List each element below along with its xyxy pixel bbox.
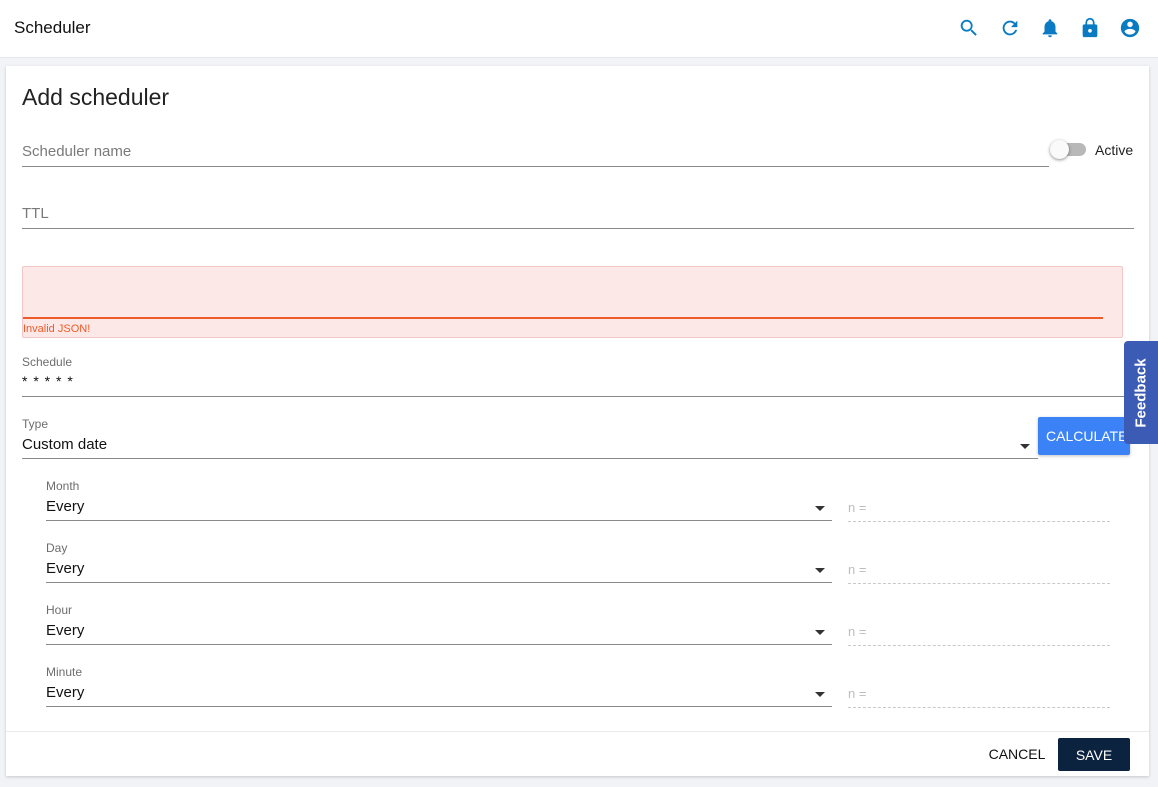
feedback-tab[interactable]: Feedback: [1124, 341, 1158, 444]
cancel-button[interactable]: CANCEL: [981, 738, 1053, 770]
search-icon[interactable]: [958, 17, 980, 39]
minute-n-input[interactable]: n =: [848, 682, 1110, 708]
minute-label: Minute: [46, 665, 83, 679]
ttl-field[interactable]: [22, 205, 1134, 229]
card-footer: CANCEL SAVE: [6, 731, 1149, 776]
day-value: Every: [46, 560, 85, 577]
refresh-icon[interactable]: [999, 17, 1021, 39]
ttl-input[interactable]: [22, 205, 1134, 222]
minute-n-placeholder: n =: [848, 686, 867, 701]
json-error-text: Invalid JSON!: [23, 323, 91, 335]
chevron-down-icon: [815, 568, 825, 573]
save-button[interactable]: SAVE: [1058, 738, 1130, 771]
toggle-thumb: [1050, 140, 1069, 159]
add-scheduler-card: Add scheduler Active Invalid JSON! Sched…: [6, 66, 1149, 776]
month-select[interactable]: Every: [46, 496, 832, 521]
chevron-down-icon: [815, 630, 825, 635]
day-n-placeholder: n =: [848, 562, 867, 577]
type-label: Type: [22, 417, 49, 431]
day-label: Day: [46, 541, 68, 555]
top-app-bar: Scheduler: [0, 0, 1158, 58]
month-label: Month: [46, 479, 80, 493]
hour-n-input[interactable]: n =: [848, 620, 1110, 646]
schedule-label: Schedule: [22, 355, 73, 369]
card-title: Add scheduler: [22, 84, 170, 110]
error-underline: [23, 317, 1103, 319]
type-value: Custom date: [22, 436, 108, 453]
day-n-input[interactable]: n =: [848, 558, 1110, 584]
month-n-placeholder: n =: [848, 500, 867, 515]
active-toggle[interactable]: [1050, 140, 1086, 159]
scheduler-name-field[interactable]: [22, 143, 1049, 167]
chevron-down-icon: [815, 506, 825, 511]
json-editor[interactable]: Invalid JSON!: [22, 266, 1123, 338]
schedule-field[interactable]: * * * * *: [22, 372, 1134, 397]
month-value: Every: [46, 498, 85, 515]
minute-value: Every: [46, 684, 85, 701]
bell-icon[interactable]: [1039, 17, 1061, 39]
type-select[interactable]: Custom date: [22, 434, 1038, 459]
active-label: Active: [1095, 142, 1134, 158]
chevron-down-icon: [815, 692, 825, 697]
hour-value: Every: [46, 622, 85, 639]
scheduler-name-input[interactable]: [22, 143, 1049, 160]
calculate-button[interactable]: CALCULATE: [1038, 417, 1130, 455]
month-n-input[interactable]: n =: [848, 496, 1110, 522]
minute-select[interactable]: Every: [46, 682, 832, 707]
account-icon[interactable]: [1119, 17, 1141, 39]
app-title: Scheduler: [14, 18, 91, 37]
day-select[interactable]: Every: [46, 558, 832, 583]
hour-n-placeholder: n =: [848, 624, 867, 639]
hour-label: Hour: [46, 603, 73, 617]
chevron-down-icon: [1020, 444, 1030, 449]
feedback-label: Feedback: [1132, 357, 1150, 428]
hour-select[interactable]: Every: [46, 620, 832, 645]
lock-icon[interactable]: [1079, 17, 1101, 39]
schedule-value: * * * * *: [22, 373, 74, 389]
